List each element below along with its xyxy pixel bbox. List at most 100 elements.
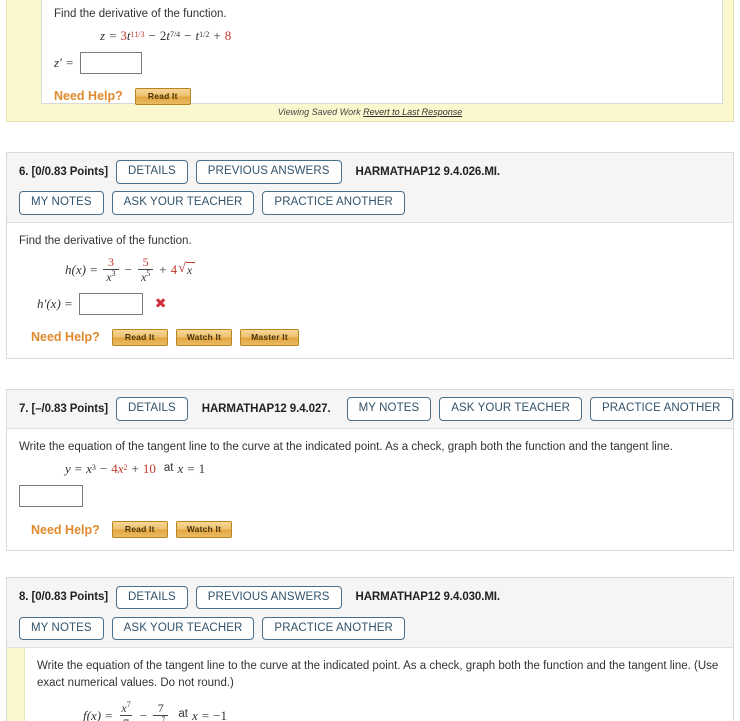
module-code: HARMATHAP12 9.4.026.MI. [355,166,501,178]
question-prompt: Find the derivative of the function. [54,8,227,20]
header-row-primary: 6. [0/0.83 Points] DETAILS PREVIOUS ANSW… [19,159,723,185]
coefficient-3: 4 [170,261,178,277]
square-root: √ x [178,261,196,278]
need-help-row: Need Help? Read It [54,87,710,106]
practice-another-button[interactable]: PRACTICE ANOTHER [262,616,405,641]
read-it-button[interactable]: Read It [134,87,191,106]
fraction-1-numerator: x7 [121,699,131,715]
math-equation-z: z = 3 t 11/3 − 2 t 7/4 − t 1/2 + 8 [100,27,232,43]
answer-input[interactable] [78,292,143,315]
at-keyword: at [163,461,174,474]
header-row-primary: 8. [0/0.83 Points] DETAILS PREVIOUS ANSW… [19,584,723,610]
ask-your-teacher-button[interactable]: ASK YOUR TEACHER [439,397,582,421]
fraction-2-numerator: 5 [142,254,149,269]
answer-input[interactable] [79,51,142,74]
ask-your-teacher-button[interactable]: ASK YOUR TEACHER [111,191,255,215]
master-it-button[interactable]: Master It [240,328,299,347]
read-it-button[interactable]: Read It [111,520,168,539]
question-8-content: Write the equation of the tangent line t… [25,648,733,721]
question-6-card: 6. [0/0.83 Points] DETAILS PREVIOUS ANSW… [6,152,734,360]
read-it-button[interactable]: Read It [111,328,168,347]
answer-label: h′(x) = [37,295,73,311]
at-keyword: at [178,708,188,721]
math-equation-y: y = x3 − 4x2 + 10 at x = 1 [65,460,206,476]
question-prompt: Write the equation of the tangent line t… [37,660,719,690]
at-equals: = [187,460,195,476]
fraction-2-denominator: x7 [153,714,169,721]
module-code: HARMATHAP12 9.4.030.MI. [355,591,501,604]
header-row-secondary: MY NOTES ASK YOUR TEACHER PRACTICE ANOTH… [19,190,723,216]
question-5-saved-wrapper: Find the derivative of the function. z =… [6,0,734,122]
need-help-row: Need Help? Read It Watch It [31,520,721,539]
revert-to-last-response-link[interactable]: Revert to Last Response [363,107,462,117]
question-8-header: 8. [0/0.83 Points] DETAILS PREVIOUS ANSW… [7,578,733,649]
practice-another-button[interactable]: PRACTICE ANOTHER [590,397,733,421]
practice-another-button[interactable]: PRACTICE ANOTHER [262,191,405,215]
question-5-body: Find the derivative of the function. z =… [41,0,723,106]
saved-work-text: Viewing Saved Work [277,107,361,117]
answer-label: z′ = [54,54,74,70]
radical-icon: √ [178,261,186,277]
incorrect-mark-icon: ✖ [154,295,167,312]
details-button[interactable]: DETAILS [115,160,188,184]
question-number: 8. [0/0.83 Points] [19,591,108,604]
answer-input[interactable] [19,484,83,507]
previous-answers-button[interactable]: PREVIOUS ANSWERS [195,160,342,184]
operator-3: + [213,27,221,43]
ask-your-teacher-button[interactable]: ASK YOUR TEACHER [111,616,255,641]
equation-lhs: z [100,27,106,43]
question-7-card: 7. [–/0.83 Points] DETAILS HARMATHAP12 9… [6,389,734,552]
operator-1: − [124,261,132,277]
fraction-2-denominator: x5 [137,268,154,283]
equation-lhs: f(x) [83,707,102,721]
at-variable: x [191,707,198,721]
my-notes-button[interactable]: MY NOTES [19,191,104,215]
fraction-2-numerator: 7 [157,700,164,715]
saved-work-strip [7,648,25,721]
constant-term: 8 [224,27,232,43]
operator-1: − [99,460,108,476]
need-help-label: Need Help? [31,330,100,345]
question-number: 7. [–/0.83 Points] [19,403,108,416]
question-prompt: Write the equation of the tangent line t… [19,441,673,454]
variable-1: t [126,27,131,43]
at-value: −1 [213,707,227,721]
at-equals: = [201,707,210,721]
my-notes-button[interactable]: MY NOTES [19,616,104,641]
fraction-1: x7 7 [118,699,133,721]
question-7-body: Write the equation of the tangent line t… [7,429,733,551]
equals-sign: = [105,707,113,721]
equation-lhs: h(x) [65,261,86,277]
saved-work-footer: Viewing Saved Work Revert to Last Respon… [17,104,723,117]
fraction-2: 7 x7 [153,700,169,721]
equals-sign: = [89,261,98,277]
question-6-header: 6. [0/0.83 Points] DETAILS PREVIOUS ANSW… [7,153,733,223]
need-help-label: Need Help? [54,89,123,104]
question-6-content: Find the derivative of the function. h(x… [7,223,733,358]
question-6-body: Find the derivative of the function. h(x… [7,223,733,359]
question-8-body: Write the equation of the tangent line t… [7,648,733,721]
operator-1: − [139,707,148,721]
at-variable: x [177,460,184,476]
sqrt-radicand: x [186,263,193,278]
question-8-card: 8. [0/0.83 Points] DETAILS PREVIOUS ANSW… [6,577,734,721]
my-notes-button[interactable]: MY NOTES [346,397,432,421]
operator-2: + [159,261,167,277]
fraction-1-denominator: x3 [103,268,119,283]
equation-lhs: y [65,460,71,476]
at-value: 1 [198,460,206,476]
previous-answers-button[interactable]: PREVIOUS ANSWERS [195,585,342,610]
variable-2: x [117,460,124,476]
fraction-2: 5 x5 [137,254,154,283]
details-button[interactable]: DETAILS [115,585,188,610]
answer-row [19,484,721,507]
question-prompt: Find the derivative of the function. [19,235,192,247]
details-button[interactable]: DETAILS [115,397,188,421]
header-row-secondary: MY NOTES ASK YOUR TEACHER PRACTICE ANOTH… [19,615,723,641]
answer-row: z′ = [54,51,710,74]
watch-it-button[interactable]: Watch It [175,520,233,539]
watch-it-button[interactable]: Watch It [175,328,233,347]
fraction-1-numerator: 3 [107,254,114,269]
operator-2: − [184,27,192,43]
